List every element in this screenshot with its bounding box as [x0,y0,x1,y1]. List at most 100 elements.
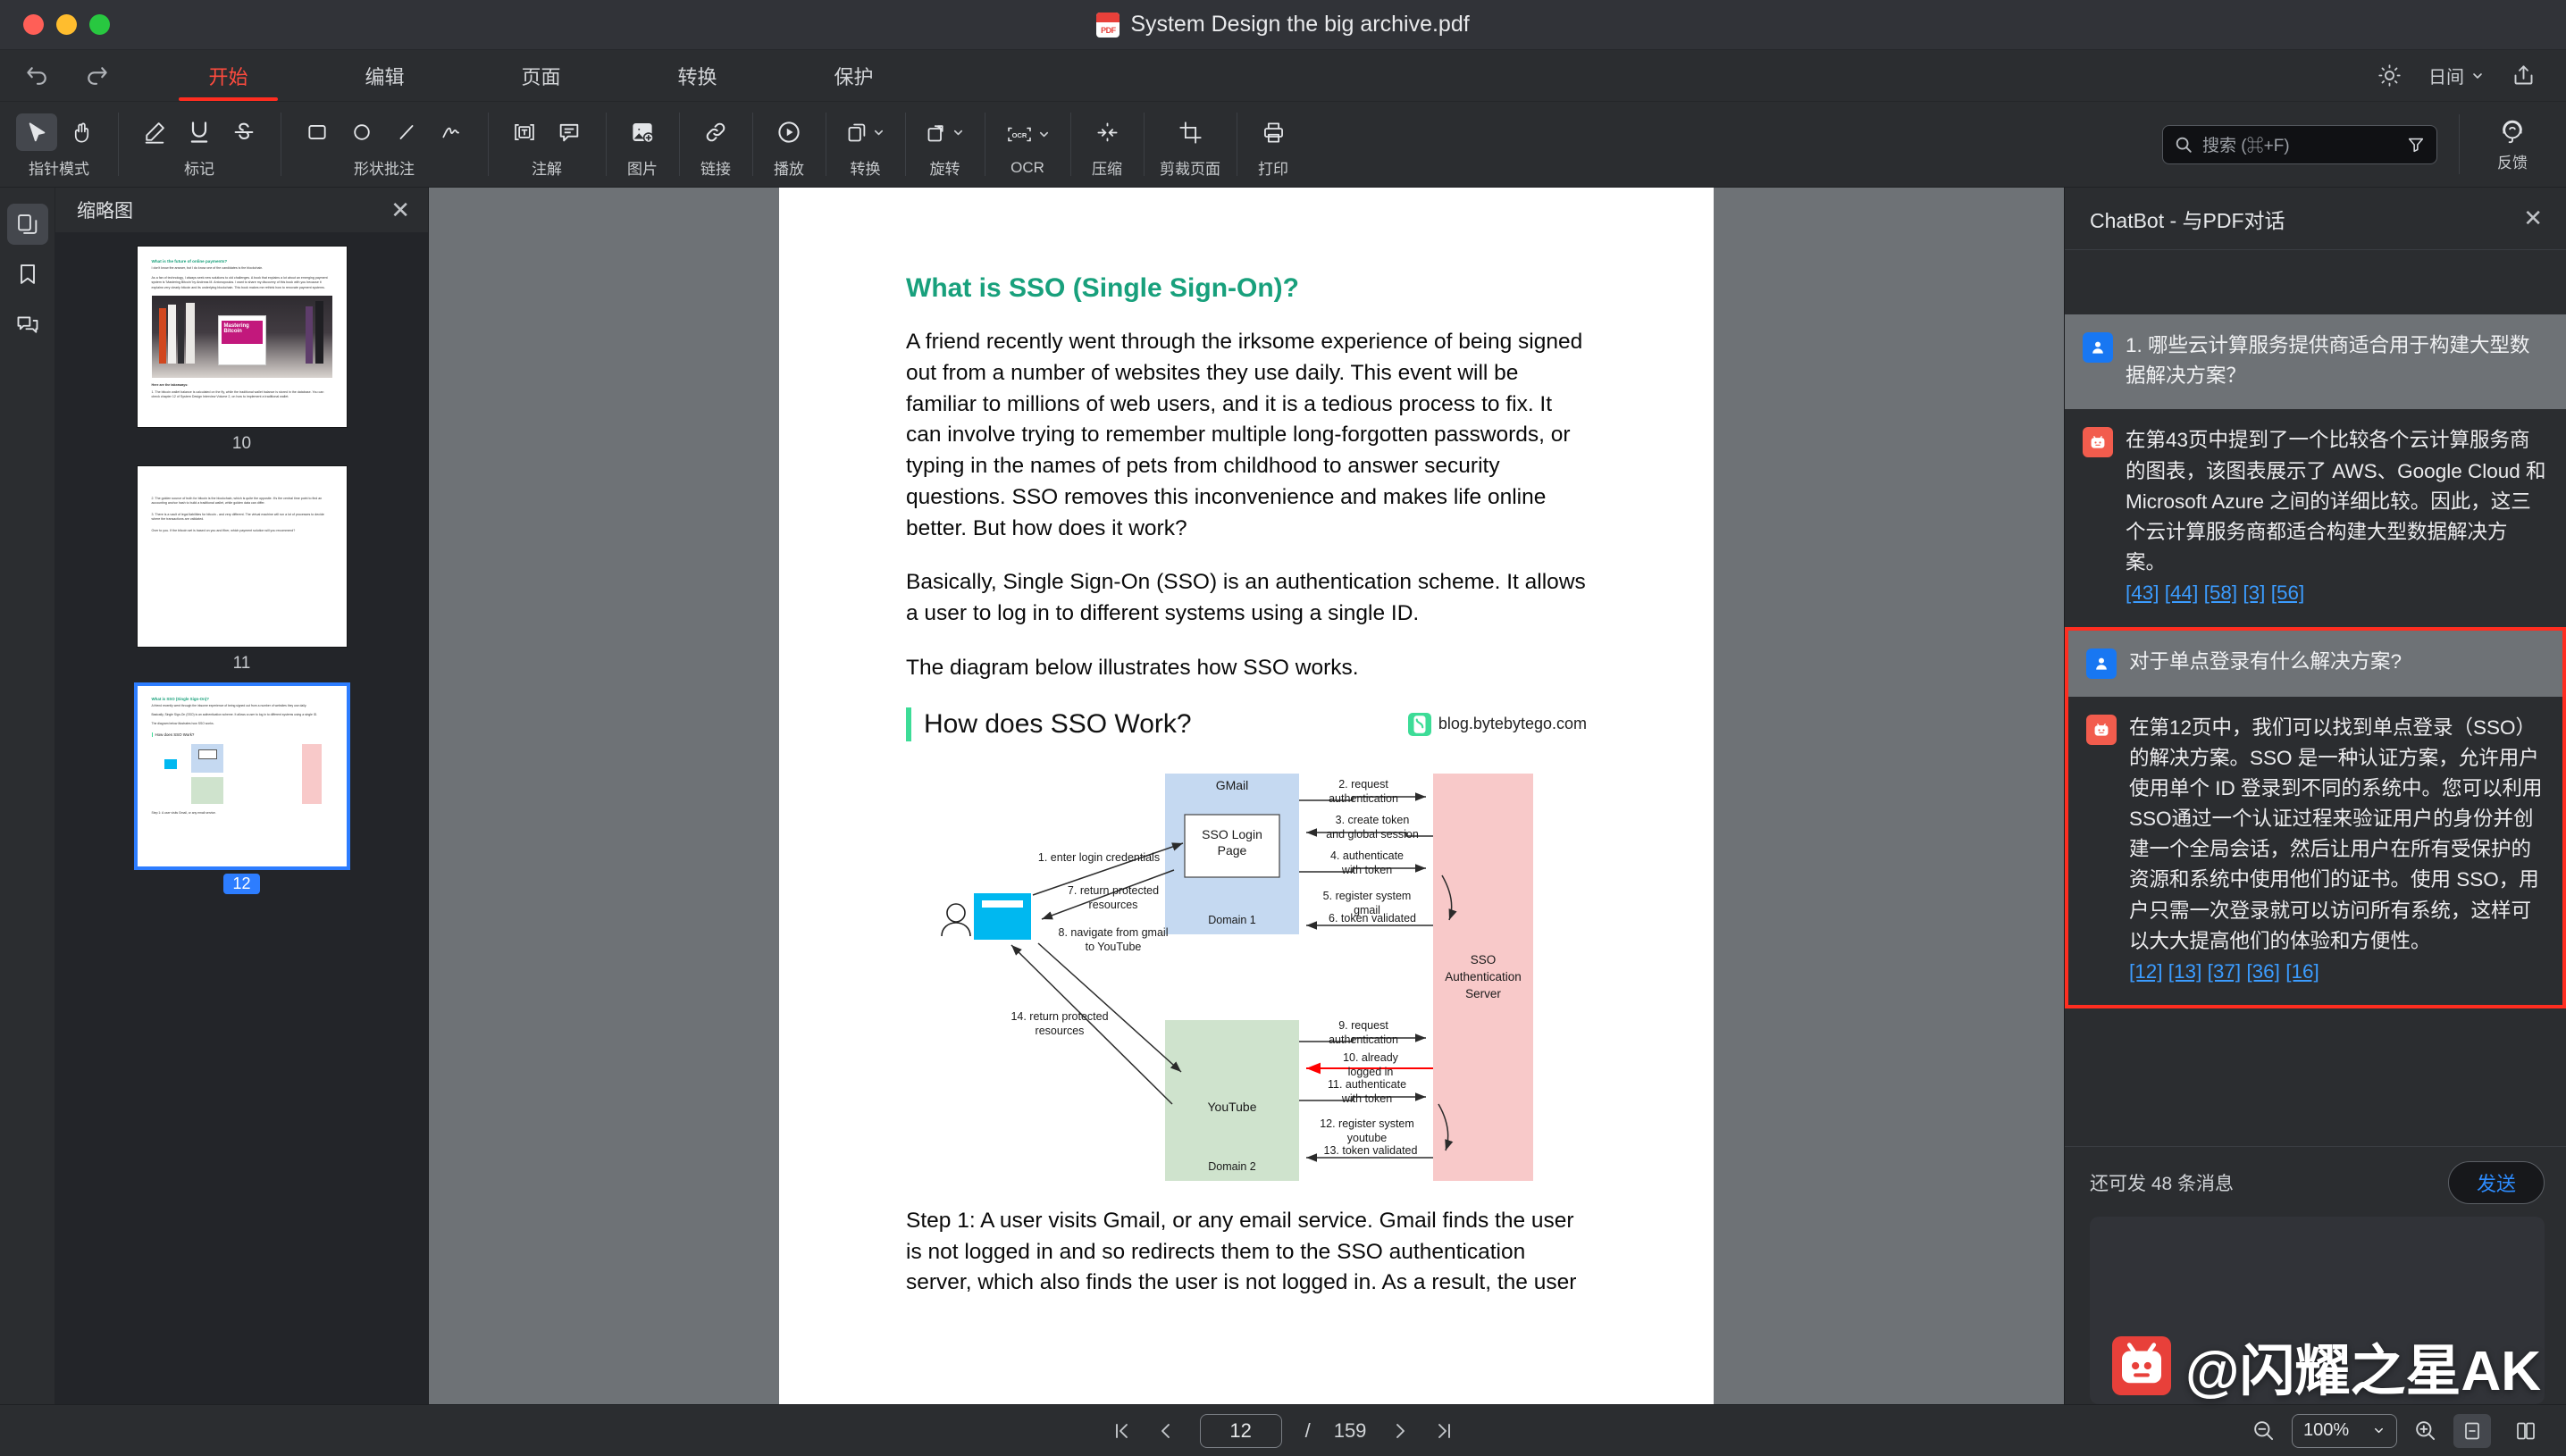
ribbon-tab-page[interactable]: 页面 [463,50,619,101]
strikethrough-icon[interactable] [223,113,264,151]
text-box-icon[interactable] [504,113,545,151]
thumbnail-page-11[interactable]: 2. The golden source of truth for bitcoi… [138,466,347,647]
toolbar-right-section: 搜索 (⌘+F) 反馈 [2141,102,2566,187]
prev-page-icon[interactable] [1155,1420,1177,1442]
convert-icon[interactable] [842,113,889,151]
sidebar-item-bookmarks[interactable] [7,254,48,295]
citation-link[interactable]: [12] [2129,960,2163,983]
search-input[interactable]: 搜索 (⌘+F) [2162,125,2437,164]
chat-message-text: 1. 哪些云计算服务提供商适合用于构建大型数据解决方案？ [2126,331,2546,391]
share-icon[interactable] [2511,63,2536,88]
diagram-brand: blog.bytebytego.com [1408,713,1587,736]
pdf-viewer[interactable]: What is SSO (Single Sign-On)? A friend r… [429,188,2064,1404]
crop-page-icon[interactable] [1170,113,1211,151]
sidebar-item-annotations[interactable] [7,304,48,345]
close-window-button[interactable] [23,14,44,35]
citation-link[interactable]: [36] [2246,960,2280,983]
rectangle-icon[interactable] [297,113,338,151]
citation-link[interactable]: [13] [2168,960,2202,983]
thumbnail-item[interactable]: 2. The golden source of truth for bitcoi… [55,466,428,674]
chat-message-user: 1. 哪些云计算服务提供商适合用于构建大型数据解决方案？ [2065,314,2566,409]
svg-text:3. create token: 3. create token [1336,814,1410,826]
thumbnail-item[interactable]: What is the future of online payments? I… [55,247,428,454]
svg-text:SSO Login: SSO Login [1202,827,1262,841]
brightness-icon[interactable] [2377,63,2402,88]
svg-text:GMail: GMail [1216,778,1249,792]
svg-text:authentication: authentication [1329,792,1398,805]
citation-link[interactable]: [3] [2243,582,2265,604]
chat-message-text: 对于单点登录有什么解决方案? [2129,647,2402,679]
toolbar-group-convert: 转换 [826,102,905,187]
ribbon-tab-edit[interactable]: 编辑 [306,50,463,101]
svg-text:to YouTube: to YouTube [1086,941,1142,953]
ellipse-icon[interactable] [341,113,382,151]
close-icon[interactable]: ✕ [390,198,410,222]
current-page-input[interactable]: 12 [1200,1414,1282,1448]
thumbnails-list[interactable]: What is the future of online payments? I… [55,232,428,1404]
citation-link[interactable]: [58] [2204,582,2238,604]
maximize-window-button[interactable] [89,14,110,35]
citation-link[interactable]: [16] [2285,960,2319,983]
chat-input[interactable] [2090,1217,2545,1404]
sidebar-item-thumbnails[interactable] [7,204,48,245]
freehand-icon[interactable] [431,113,472,151]
compress-icon[interactable] [1086,113,1128,151]
feedback-button[interactable]: 反馈 [2459,102,2566,187]
svg-text:1. enter login credentials: 1. enter login credentials [1038,851,1160,864]
ribbon-tab-home[interactable]: 开始 [150,50,306,101]
rotate-icon[interactable] [921,113,969,151]
chat-message-text: 在第12页中，我们可以找到单点登录（SSO）的解决方案。SSO 是一种认证方案，… [2129,716,2543,952]
add-image-icon[interactable] [622,113,663,151]
bot-avatar-icon [2086,715,2117,745]
filter-icon[interactable] [2406,135,2426,155]
comment-icon[interactable] [549,113,590,151]
ribbon-tab-label: 保护 [834,62,873,90]
link-icon[interactable] [695,113,736,151]
undo-icon[interactable] [16,54,59,97]
ribbon-tab-label: 编辑 [365,62,404,90]
highlight-pen-icon[interactable] [134,113,175,151]
toolbar-group-label: 旋转 [930,156,960,179]
last-page-icon[interactable] [1434,1420,1455,1442]
hand-icon[interactable] [61,113,102,151]
sidebar-rail [0,188,55,1404]
ribbon-tab-protect[interactable]: 保护 [776,50,932,101]
thumbnail-page-10[interactable]: What is the future of online payments? I… [138,247,347,427]
theme-selector[interactable]: 日间 [2428,63,2485,88]
title-bar: PDF System Design the big archive.pdf [0,0,2566,50]
svg-text:Authentication: Authentication [1445,970,1522,983]
citation-link[interactable]: [56] [2271,582,2305,604]
svg-text:youtube: youtube [1347,1132,1388,1144]
user-avatar-icon [2086,649,2117,679]
ocr-icon[interactable]: OCR [1001,116,1054,154]
diagram-title: How does SSO Work? [924,709,1192,740]
svg-text:with token: with token [1341,1092,1392,1105]
play-circle-icon[interactable] [768,113,809,151]
next-page-icon[interactable] [1389,1420,1411,1442]
citation-link[interactable]: [43] [2126,582,2159,604]
ribbon-tab-label: 开始 [208,62,247,90]
svg-text:authentication: authentication [1329,1033,1398,1046]
redo-icon[interactable] [75,54,118,97]
ribbon-right-controls: 日间 [2377,63,2536,88]
line-icon[interactable] [386,113,427,151]
page-title: What is SSO (Single Sign-On)? [906,273,1587,304]
citation-link[interactable]: [37] [2208,960,2242,983]
chat-message-list[interactable]: 1. 哪些云计算服务提供商适合用于构建大型数据解决方案？ 在第43页中提到了一个… [2065,250,2566,1146]
first-page-icon[interactable] [1111,1420,1132,1442]
send-button[interactable]: 发送 [2448,1161,2545,1204]
ribbon-tab-label: 转换 [677,62,717,90]
citation-link[interactable]: [44] [2165,582,2199,604]
close-icon[interactable]: ✕ [2523,205,2543,232]
minimize-window-button[interactable] [56,14,77,35]
underline-icon[interactable] [179,113,220,151]
ribbon-tab-convert[interactable]: 转换 [619,50,776,101]
cursor-arrow-icon[interactable] [16,113,57,151]
svg-text:12. register system: 12. register system [1320,1117,1414,1130]
thumbnail-item[interactable]: What is SSO (Single Sign-On)? A friend r… [55,686,428,894]
thumb-diagram-title: How does SSO Work? [152,732,332,737]
thumbnail-page-12[interactable]: What is SSO (Single Sign-On)? A friend r… [138,686,347,866]
thumbnail-page-number: 12 [223,874,259,894]
print-icon[interactable] [1253,113,1294,151]
chevron-down-icon [952,126,965,139]
